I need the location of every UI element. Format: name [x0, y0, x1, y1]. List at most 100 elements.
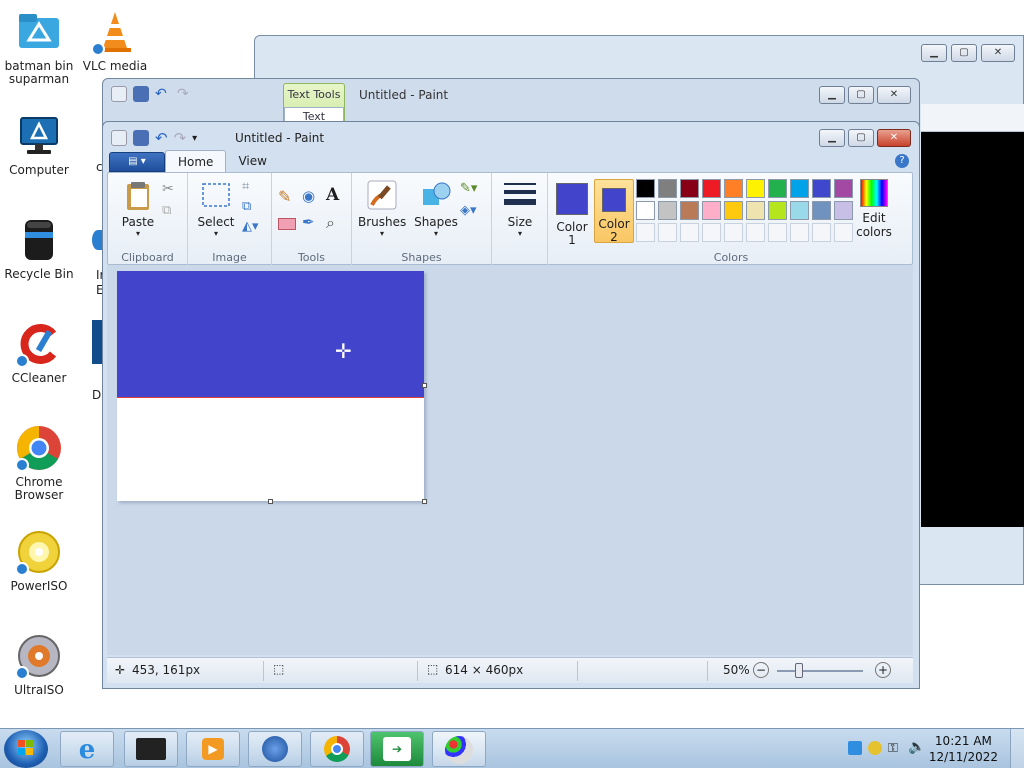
tab-view[interactable]: View	[226, 150, 278, 172]
desktop-icon-poweriso[interactable]: PowerISO	[0, 528, 78, 593]
taskbar-paint[interactable]	[432, 731, 486, 767]
taskbar-remote-app[interactable]: ➔	[370, 731, 424, 767]
cut-icon[interactable]: ✂	[162, 181, 182, 201]
palette-swatch[interactable]	[636, 179, 655, 198]
resize-handle-bottom[interactable]	[268, 499, 273, 504]
network-icon[interactable]: ⚿	[888, 741, 898, 756]
palette-swatch[interactable]	[812, 201, 831, 220]
maximize-button[interactable]: ▢	[848, 86, 874, 104]
rotate-icon[interactable]: ◭▾	[242, 219, 262, 239]
palette-swatch[interactable]	[768, 201, 787, 220]
taskbar-chrome[interactable]	[310, 731, 364, 767]
palette-swatch[interactable]	[680, 179, 699, 198]
clock[interactable]: 10:21 AM 12/11/2022	[929, 733, 998, 765]
pencil-icon[interactable]: ✎	[278, 187, 298, 207]
undo-icon[interactable]: ↶	[155, 86, 171, 102]
desktop-icon-chrome[interactable]: Chrome Browser	[0, 424, 78, 502]
close-button[interactable]: ✕	[877, 86, 911, 104]
resize-handle-right[interactable]	[422, 383, 427, 388]
palette-swatch[interactable]	[658, 201, 677, 220]
drawing-canvas[interactable]: ✛	[117, 271, 424, 501]
shapes-button[interactable]: Shapes ▾	[412, 179, 460, 238]
security-icon[interactable]	[868, 741, 882, 755]
copy-icon[interactable]: ⧉	[162, 203, 182, 223]
magnifier-icon[interactable]: ⌕	[326, 213, 346, 233]
zoom-slider[interactable]	[777, 670, 863, 672]
maximize-button[interactable]: ▢	[951, 44, 977, 62]
size-button[interactable]: Size ▾	[498, 179, 542, 238]
paint-window[interactable]: ↶ ↷ ▾ Untitled - Paint ▁ ▢ ✕ ▤ ▾ Home Vi…	[102, 121, 920, 689]
palette-swatch[interactable]	[658, 223, 677, 242]
select-button[interactable]: Select ▾	[194, 179, 238, 238]
desktop-icon-vlc[interactable]: VLC media	[76, 8, 154, 73]
palette-swatch[interactable]	[724, 223, 743, 242]
minimize-button[interactable]: ▁	[921, 44, 947, 62]
canvas-area[interactable]: ✛	[107, 265, 913, 655]
fill-icon[interactable]: ◉	[302, 187, 322, 207]
palette-swatch[interactable]	[636, 223, 655, 242]
minimize-button[interactable]: ▁	[819, 86, 845, 104]
zoom-in-button[interactable]: +	[875, 662, 891, 678]
palette-swatch[interactable]	[702, 223, 721, 242]
palette-swatch[interactable]	[812, 179, 831, 198]
title-bar[interactable]: ↶ ↷ ▾ Untitled - Paint ▁ ▢ ✕	[103, 122, 919, 152]
palette-swatch[interactable]	[724, 201, 743, 220]
color1-button[interactable]: Color 1	[552, 179, 592, 247]
action-center-icon[interactable]	[848, 741, 862, 755]
palette-swatch[interactable]	[658, 179, 677, 198]
maximize-button[interactable]: ▢	[848, 129, 874, 147]
close-button[interactable]: ✕	[877, 129, 911, 147]
palette-swatch[interactable]	[812, 223, 831, 242]
palette-swatch[interactable]	[680, 223, 699, 242]
color-picker-icon[interactable]: ✒	[302, 213, 322, 233]
resize-handle-corner[interactable]	[422, 499, 427, 504]
zoom-slider-thumb[interactable]	[795, 663, 803, 678]
palette-swatch[interactable]	[702, 179, 721, 198]
customize-qat-icon[interactable]: ▾	[192, 133, 197, 144]
minimize-button[interactable]: ▁	[819, 129, 845, 147]
taskbar-internet-explorer[interactable]: e	[60, 731, 114, 767]
resize-icon[interactable]: ⧉	[242, 199, 262, 219]
palette-swatch[interactable]	[790, 179, 809, 198]
palette-swatch[interactable]	[790, 223, 809, 242]
palette-swatch[interactable]	[790, 201, 809, 220]
palette-swatch[interactable]	[768, 223, 787, 242]
taskbar-media-player[interactable]: ▶	[186, 731, 240, 767]
paste-button[interactable]: Paste ▾	[114, 179, 162, 238]
desktop-icon-computer[interactable]: Computer	[0, 112, 78, 177]
taskbar-media-center[interactable]	[124, 731, 178, 767]
save-icon[interactable]	[133, 86, 149, 102]
color2-button[interactable]: Color 2	[594, 179, 634, 244]
desktop-icon-recycle-bin[interactable]: Recycle Bin	[0, 216, 78, 281]
palette-swatch[interactable]	[746, 179, 765, 198]
undo-icon[interactable]: ↶	[155, 129, 168, 147]
brushes-button[interactable]: Brushes ▾	[358, 179, 406, 238]
redo-icon[interactable]: ↷	[177, 86, 193, 102]
desktop-icon-ccleaner[interactable]: CCleaner	[0, 320, 78, 385]
zoom-out-button[interactable]: −	[753, 662, 769, 678]
redo-icon[interactable]: ↷	[174, 129, 187, 147]
taskbar-app[interactable]	[248, 731, 302, 767]
crop-icon[interactable]: ⌗	[242, 179, 262, 199]
volume-icon[interactable]: 🔈	[908, 739, 925, 755]
palette-swatch[interactable]	[746, 201, 765, 220]
palette-swatch[interactable]	[680, 201, 699, 220]
desktop-icon-batman-folder[interactable]: batman bin suparman	[0, 8, 78, 86]
palette-swatch[interactable]	[768, 179, 787, 198]
outline-icon[interactable]: ✎▾	[460, 181, 480, 201]
palette-swatch[interactable]	[636, 201, 655, 220]
shape-fill-icon[interactable]: ◈▾	[460, 203, 480, 223]
eraser-icon[interactable]	[278, 218, 296, 230]
text-icon[interactable]: A	[326, 185, 346, 205]
close-button[interactable]: ✕	[981, 44, 1015, 62]
palette-swatch[interactable]	[724, 179, 743, 198]
palette-swatch[interactable]	[702, 201, 721, 220]
desktop-icon-ultraiso[interactable]: UltraISO	[0, 632, 78, 697]
show-desktop-button[interactable]	[1010, 729, 1024, 768]
tab-home[interactable]: Home	[165, 150, 227, 172]
help-icon[interactable]: ?	[895, 154, 909, 168]
edit-colors-button[interactable]: Edit colors	[850, 179, 898, 239]
paint-menu-button[interactable]: ▤ ▾	[109, 152, 165, 172]
palette-swatch[interactable]	[746, 223, 765, 242]
save-icon[interactable]	[133, 130, 149, 146]
